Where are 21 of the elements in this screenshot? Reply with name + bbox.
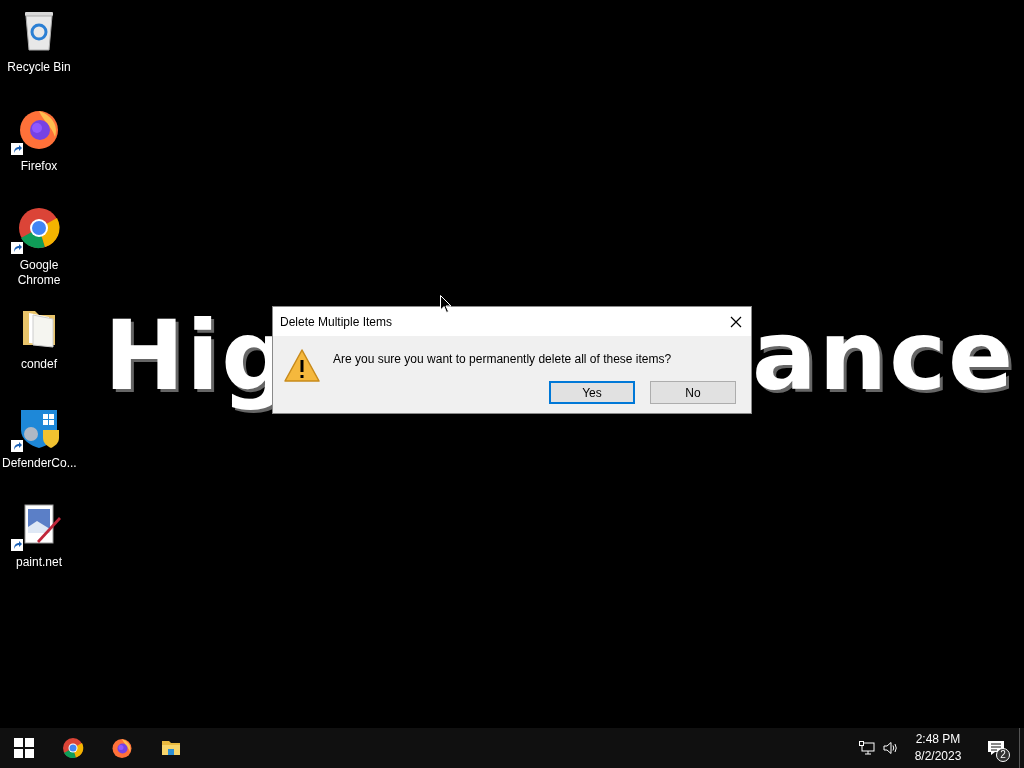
icon-label[interactable]: Google Chrome bbox=[2, 258, 76, 288]
dialog-button[interactable]: Yes bbox=[549, 381, 635, 404]
wallpaper-text: ance bbox=[752, 299, 1016, 414]
speaker-icon bbox=[883, 741, 899, 755]
dialog-message: Are you sure you want to permanently delete all of these items? bbox=[333, 351, 673, 368]
warning-icon bbox=[283, 348, 321, 384]
notification-button[interactable]: 2 bbox=[973, 728, 1019, 768]
clock[interactable]: 2:48 PM 8/2/2023 bbox=[903, 728, 973, 768]
icon-label[interactable]: Firefox bbox=[2, 159, 76, 174]
icon-label[interactable]: paint.net bbox=[2, 555, 76, 570]
firefox-icon bbox=[109, 736, 134, 760]
icon-label[interactable]: Recycle Bin bbox=[2, 60, 76, 75]
notification-count-badge: 2 bbox=[996, 748, 1010, 762]
dialog-button[interactable]: No bbox=[650, 381, 736, 404]
dialog-title: Delete Multiple Items bbox=[280, 313, 393, 331]
icon-label[interactable]: DefenderCo... bbox=[2, 456, 76, 471]
network-icon bbox=[859, 741, 875, 755]
windows-logo-icon bbox=[14, 738, 34, 758]
chrome-icon bbox=[60, 736, 85, 760]
icon-label[interactable]: condef bbox=[2, 357, 76, 372]
close-icon bbox=[730, 315, 742, 328]
